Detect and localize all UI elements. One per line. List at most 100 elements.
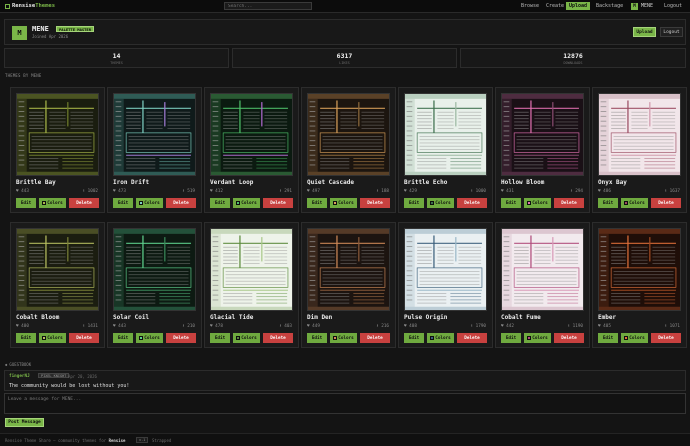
theme-name[interactable]: Solar Coil (113, 314, 149, 321)
colors-button[interactable]: Colors (524, 333, 551, 343)
theme-name[interactable]: Ember (598, 314, 616, 321)
delete-button[interactable]: Delete (263, 198, 293, 208)
delete-button[interactable]: Delete (554, 333, 584, 343)
nav-username[interactable]: MENE (641, 2, 653, 10)
edit-button[interactable]: Edit (598, 333, 618, 343)
theme-preview[interactable] (404, 93, 487, 176)
delete-button[interactable]: Delete (360, 333, 390, 343)
edit-button[interactable]: Edit (16, 198, 36, 208)
colors-button[interactable]: Colors (330, 198, 357, 208)
theme-name[interactable]: Brittle Echo (404, 179, 447, 186)
theme-card[interactable]: Hollow Bloom ♥ 431 ⬇ 294 Edit Colors Delete (495, 87, 590, 213)
theme-name[interactable]: Dim Den (307, 314, 332, 321)
theme-name[interactable]: Onyx Bay (598, 179, 627, 186)
theme-card[interactable]: Brittle Echo ♥ 429 ⬇ 1000 Edit Colors Delete (398, 87, 493, 213)
brand-logo[interactable]: Rensise Themes (5, 3, 55, 9)
theme-card[interactable]: Glacial Tide ♥ 478 ⬇ 403 Edit Colors Delete (204, 222, 299, 348)
theme-card[interactable]: Ember ♥ 405 ⬇ 1071 Edit Colors Delete (592, 222, 687, 348)
delete-button[interactable]: Delete (69, 333, 99, 343)
theme-card[interactable]: Iron Drift ♥ 473 ⬇ 519 Edit Colors Delete (107, 87, 202, 213)
theme-preview[interactable] (598, 228, 681, 311)
upload-button[interactable]: Upload (633, 27, 656, 37)
colors-button[interactable]: Colors (233, 198, 260, 208)
theme-name[interactable]: Hollow Bloom (501, 179, 544, 186)
delete-button[interactable]: Delete (457, 333, 487, 343)
theme-preview[interactable] (501, 228, 584, 311)
theme-name[interactable]: Cobalt Bloom (16, 314, 59, 321)
user-avatar[interactable]: M (631, 3, 638, 10)
theme-name[interactable]: Pulse Origin (404, 314, 447, 321)
edit-button[interactable]: Edit (501, 198, 521, 208)
delete-button[interactable]: Delete (360, 198, 390, 208)
guestbook-author[interactable]: fingerNJ (9, 374, 30, 379)
edit-button[interactable]: Edit (598, 198, 618, 208)
colors-button[interactable]: Colors (136, 198, 163, 208)
delete-button[interactable]: Delete (651, 198, 681, 208)
theme-preview[interactable] (16, 228, 99, 311)
edit-button[interactable]: Edit (404, 198, 424, 208)
nav-browse[interactable]: Browse (518, 2, 542, 10)
delete-button[interactable]: Delete (69, 198, 99, 208)
theme-preview[interactable] (307, 93, 390, 176)
delete-button[interactable]: Delete (166, 333, 196, 343)
colors-button[interactable]: Colors (621, 198, 648, 208)
theme-preview[interactable] (113, 228, 196, 311)
delete-button[interactable]: Delete (263, 333, 293, 343)
guestbook-input[interactable] (4, 393, 686, 414)
theme-card[interactable]: Brittle Bay ♥ 443 ⬇ 1002 Edit Colors Delete (10, 87, 105, 213)
theme-preview[interactable] (404, 228, 487, 311)
delete-button[interactable]: Delete (457, 198, 487, 208)
edit-button[interactable]: Edit (113, 198, 133, 208)
theme-card[interactable]: Solar Coil ♥ 443 ⬇ 210 Edit Colors Delete (107, 222, 202, 348)
theme-preview[interactable] (307, 228, 390, 311)
theme-likes: ♥ 405 (598, 324, 611, 329)
delete-button[interactable]: Delete (166, 198, 196, 208)
colors-button[interactable]: Colors (427, 333, 454, 343)
edit-button[interactable]: Edit (113, 333, 133, 343)
theme-name[interactable]: Iron Drift (113, 179, 149, 186)
theme-preview[interactable] (598, 93, 681, 176)
search-input[interactable] (224, 2, 312, 10)
theme-name[interactable]: Glacial Tide (210, 314, 253, 321)
nav-logout[interactable]: Logout (661, 2, 685, 10)
theme-preview[interactable] (113, 93, 196, 176)
theme-card[interactable]: Dim Den ♥ 449 ⬇ 216 Edit Colors Delete (301, 222, 396, 348)
theme-name[interactable]: Verdant Loop (210, 179, 253, 186)
theme-name[interactable]: Quiet Cascade (307, 179, 354, 186)
theme-name[interactable]: Cobalt Fume (501, 314, 541, 321)
colors-button[interactable]: Colors (621, 333, 648, 343)
theme-preview[interactable] (210, 228, 293, 311)
colors-button[interactable]: Colors (233, 333, 260, 343)
edit-button[interactable]: Edit (307, 198, 327, 208)
logout-button[interactable]: Logout (660, 27, 683, 37)
edit-button[interactable]: Edit (210, 333, 230, 343)
edit-button[interactable]: Edit (501, 333, 521, 343)
theme-card[interactable]: Quiet Cascade ♥ 497 ⬇ 188 Edit Colors Delete (301, 87, 396, 213)
nav-create[interactable]: Create (543, 2, 567, 10)
colors-button[interactable]: Colors (39, 333, 66, 343)
theme-preview[interactable] (16, 93, 99, 176)
colors-button[interactable]: Colors (427, 198, 454, 208)
edit-button[interactable]: Edit (404, 333, 424, 343)
nav-upload[interactable]: Upload (566, 2, 591, 10)
theme-card[interactable]: Cobalt Fume ♥ 442 ⬇ 1190 Edit Colors Delete (495, 222, 590, 348)
delete-button[interactable]: Delete (651, 333, 681, 343)
theme-card[interactable]: Verdant Loop ♥ 412 ⬇ 291 Edit Colors Delete (204, 87, 299, 213)
post-message-button[interactable]: Post Message (5, 418, 44, 427)
colors-button[interactable]: Colors (524, 198, 551, 208)
edit-button[interactable]: Edit (16, 333, 36, 343)
theme-preview[interactable] (210, 93, 293, 176)
edit-button[interactable]: Edit (210, 198, 230, 208)
colors-button[interactable]: Colors (330, 333, 357, 343)
edit-button[interactable]: Edit (307, 333, 327, 343)
theme-card[interactable]: Onyx Bay ♥ 486 ⬇ 1637 Edit Colors Delete (592, 87, 687, 213)
nav-backstage[interactable]: Backstage (593, 2, 626, 10)
footer-app[interactable]: Rensise (109, 438, 126, 443)
theme-card[interactable]: Cobalt Bloom ♥ 400 ⬇ 1431 Edit Colors Delete (10, 222, 105, 348)
theme-preview[interactable] (501, 93, 584, 176)
theme-card[interactable]: Pulse Origin ♥ 408 ⬇ 1790 Edit Colors Delete (398, 222, 493, 348)
colors-button[interactable]: Colors (136, 333, 163, 343)
theme-name[interactable]: Brittle Bay (16, 179, 56, 186)
colors-button[interactable]: Colors (39, 198, 66, 208)
delete-button[interactable]: Delete (554, 198, 584, 208)
